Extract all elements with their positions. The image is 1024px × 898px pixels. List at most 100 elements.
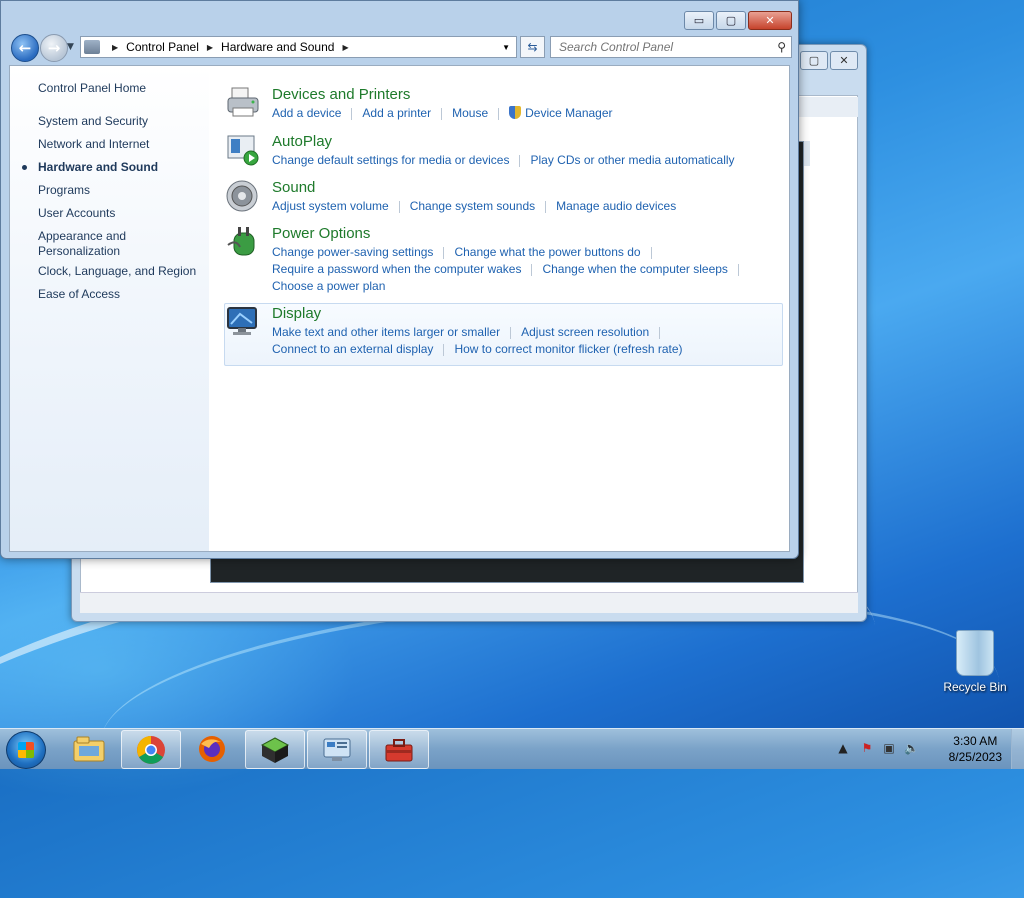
forward-button[interactable]: → <box>40 34 68 62</box>
sidebar-item-appearance[interactable]: Appearance and Personalization <box>38 229 148 259</box>
bg-status-bar <box>80 592 858 613</box>
change-sleep-time-link[interactable]: Change when the computer sleeps <box>542 262 727 276</box>
sidebar-item-control-panel-home[interactable]: Control Panel Home <box>38 81 203 96</box>
address-bar[interactable]: ▶ Control Panel ▶ Hardware and Sound ▶ ▼ <box>80 36 517 58</box>
adjust-screen-resolution-link[interactable]: Adjust screen resolution <box>521 325 649 339</box>
clock[interactable]: 3:30 AM 8/25/2023 <box>949 733 1002 765</box>
explorer-icon <box>73 736 105 761</box>
clock-date: 8/25/2023 <box>948 750 1002 764</box>
connect-external-display-link[interactable]: Connect to an external display <box>272 342 433 356</box>
back-button[interactable]: ← <box>11 34 39 62</box>
breadcrumb-hardware-and-sound[interactable]: Hardware and Sound <box>221 40 334 54</box>
show-desktop-button[interactable] <box>1011 729 1024 769</box>
search-input[interactable] <box>557 39 771 55</box>
taskbar-firefox[interactable] <box>183 730 241 767</box>
play-cds-automatically-link[interactable]: Play CDs or other media automatically <box>530 153 734 167</box>
back-arrow-icon: ← <box>18 39 32 57</box>
autoplay-icon <box>227 135 259 166</box>
link-row: Change power-saving settings Change what … <box>272 245 662 259</box>
active-bullet-icon <box>22 165 27 170</box>
link-divider <box>737 263 739 276</box>
category-title[interactable]: Sound <box>272 179 315 196</box>
sidebar-item-ease-of-access[interactable]: Ease of Access <box>38 287 203 302</box>
recent-pages-dropdown-icon[interactable]: ▼ <box>67 42 74 52</box>
link-row: Add a device Add a printer Mouse Device Man… <box>272 106 613 120</box>
link-divider <box>545 200 547 213</box>
refresh-icon: ⇆ <box>527 40 538 54</box>
choose-power-plan-link[interactable]: Choose a power plan <box>272 279 385 293</box>
sidebar-item-clock-language-region[interactable]: Clock, Language, and Region <box>38 264 203 279</box>
change-power-buttons-link[interactable]: Change what the power buttons do <box>454 245 640 259</box>
change-system-sounds-link[interactable]: Change system sounds <box>410 199 535 213</box>
forward-arrow-icon: → <box>47 39 61 57</box>
uac-shield-icon <box>509 106 522 119</box>
make-text-larger-link[interactable]: Make text and other items larger or smal… <box>272 325 500 339</box>
monitor-flicker-link[interactable]: How to correct monitor flicker (refresh … <box>454 342 682 356</box>
breadcrumb-control-panel[interactable]: Control Panel <box>126 40 199 54</box>
link-row: Adjust system volume Change system sounds… <box>272 199 676 213</box>
category-title[interactable]: AutoPlay <box>272 133 332 150</box>
refresh-button[interactable]: ⇆ <box>520 36 545 58</box>
require-password-on-wake-link[interactable]: Require a password when the computer wak… <box>272 262 521 276</box>
action-center-icon[interactable]: ⚑ <box>860 741 874 755</box>
sidebar-item-hardware-and-sound[interactable]: Hardware and Sound <box>38 160 203 175</box>
taskbar-toolbox[interactable] <box>369 730 429 769</box>
start-button[interactable] <box>6 731 46 769</box>
add-a-device-link[interactable]: Add a device <box>272 106 341 120</box>
show-hidden-icons-icon[interactable]: ▲ <box>836 741 850 755</box>
link-row: Connect to an external display How to cor… <box>272 342 683 356</box>
change-power-saving-settings-link[interactable]: Change power-saving settings <box>272 245 433 259</box>
control-panel-icon <box>323 738 351 761</box>
bg-close-button[interactable]: ✕ <box>830 51 858 70</box>
mouse-link[interactable]: Mouse <box>452 106 488 120</box>
recycle-bin[interactable]: Recycle Bin <box>940 630 1010 694</box>
link-divider <box>531 263 533 276</box>
windows-logo-icon <box>18 742 34 758</box>
breadcrumb-chevron-icon[interactable]: ▶ <box>207 43 213 52</box>
volume-muted-icon[interactable]: 🔈 <box>904 741 919 755</box>
link-row: Change default settings for media or dev… <box>272 153 735 167</box>
maximize-button[interactable]: ▢ <box>716 11 746 30</box>
speaker-icon <box>226 180 258 212</box>
device-manager-link[interactable]: Device Manager <box>525 106 612 120</box>
taskbar-control-panel[interactable] <box>307 730 367 769</box>
sidebar-item-network-and-internet[interactable]: Network and Internet <box>38 137 203 152</box>
taskbar-package-app[interactable] <box>245 730 305 769</box>
add-a-printer-link[interactable]: Add a printer <box>362 106 431 120</box>
change-default-media-settings-link[interactable]: Change default settings for media or dev… <box>272 153 509 167</box>
monitor-icon <box>227 307 257 335</box>
sidebar-item-user-accounts[interactable]: User Accounts <box>38 206 203 221</box>
close-button[interactable]: ✕ <box>748 11 792 30</box>
network-icon[interactable]: ▣ <box>882 741 896 755</box>
content-area: Control Panel Home System and Security N… <box>9 65 790 552</box>
link-divider <box>398 200 400 213</box>
link-row: Make text and other items larger or smal… <box>272 325 670 339</box>
package-icon <box>260 736 290 763</box>
link-divider <box>443 246 445 259</box>
system-tray: ▲ ⚑ ▣ 🔈 3:30 AM 8/25/2023 <box>834 729 1024 769</box>
breadcrumb-chevron-icon[interactable]: ▶ <box>112 43 118 52</box>
sidebar-item-programs[interactable]: Programs <box>38 183 203 198</box>
link-divider <box>650 246 652 259</box>
category-title[interactable]: Power Options <box>272 225 370 242</box>
category-title[interactable]: Display <box>272 305 321 322</box>
recycle-bin-label: Recycle Bin <box>943 680 1007 694</box>
caption-buttons: ▭ ▢ ✕ <box>684 11 792 30</box>
category-title[interactable]: Devices and Printers <box>272 86 410 103</box>
adjust-system-volume-link[interactable]: Adjust system volume <box>272 199 389 213</box>
sidebar: Control Panel Home System and Security N… <box>10 66 209 551</box>
bg-maximize-button[interactable]: ▢ <box>800 51 828 70</box>
search-icon[interactable]: ⚲ <box>777 40 786 54</box>
firefox-icon <box>199 735 225 762</box>
sidebar-item-system-and-security[interactable]: System and Security <box>38 114 203 129</box>
search-box[interactable]: ⚲ <box>550 36 792 58</box>
link-divider <box>351 107 353 120</box>
taskbar-explorer[interactable] <box>60 730 118 767</box>
address-dropdown-icon[interactable]: ▼ <box>502 43 510 52</box>
breadcrumb-chevron-icon[interactable]: ▶ <box>342 43 348 52</box>
minimize-button[interactable]: ▭ <box>684 11 714 30</box>
taskbar-chrome[interactable] <box>121 730 181 769</box>
manage-audio-devices-link[interactable]: Manage audio devices <box>556 199 676 213</box>
link-divider <box>519 154 521 167</box>
taskbar: ▲ ⚑ ▣ 🔈 3:30 AM 8/25/2023 <box>0 728 1024 769</box>
